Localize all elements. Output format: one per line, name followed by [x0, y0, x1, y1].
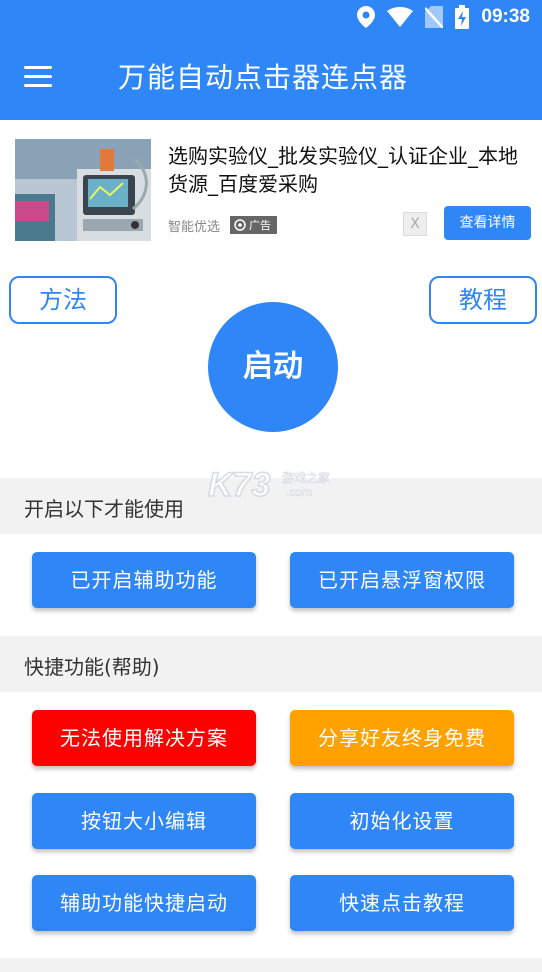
- page-title: 万能自动点击器连点器: [118, 61, 409, 94]
- share-free-forever-button[interactable]: 分享好友终身免费: [290, 710, 514, 766]
- button-size-edit-button[interactable]: 按钮大小编辑: [32, 793, 256, 849]
- section-header-shortcuts: 快捷功能(帮助): [0, 636, 542, 692]
- wifi-icon: [387, 7, 414, 27]
- method-button[interactable]: 方法: [9, 276, 117, 324]
- ad-logo-icon: [234, 219, 246, 231]
- hamburger-menu-icon[interactable]: [18, 62, 58, 92]
- section-title-required: 开启以下才能使用: [24, 497, 184, 521]
- svg-text:K73: K73: [208, 466, 270, 504]
- tutorial-button[interactable]: 教程: [429, 276, 537, 324]
- svg-text:.com: .com: [286, 485, 312, 499]
- watermark-logo: K73 游戏之家 .com: [207, 462, 338, 506]
- status-bar: 09:38: [0, 0, 542, 34]
- ad-tag-badge: 广告: [230, 216, 277, 234]
- ad-title[interactable]: 选购实验仪_批发实验仪_认证企业_本地货源_百度爱采购: [168, 142, 528, 198]
- app-bar: 万能自动点击器连点器: [0, 34, 542, 120]
- reset-settings-button[interactable]: 初始化设置: [290, 793, 514, 849]
- section-title-shortcuts: 快捷功能(帮助): [24, 655, 160, 679]
- bottom-divider: [0, 958, 542, 972]
- no-sim-icon: [425, 6, 444, 28]
- clock-time: 09:38: [481, 6, 530, 27]
- ad-source: 智能优选: [168, 220, 221, 235]
- accessibility-enabled-button[interactable]: 已开启辅助功能: [32, 552, 256, 608]
- start-button[interactable]: 启动: [208, 302, 338, 432]
- quick-click-tutorial-button[interactable]: 快速点击教程: [290, 875, 514, 931]
- svg-text:游戏之家: 游戏之家: [282, 470, 330, 485]
- ad-banner[interactable]: 选购实验仪_批发实验仪_认证企业_本地货源_百度爱采购 智能优选 广告 X 查看…: [0, 120, 542, 250]
- ad-close-button[interactable]: X: [403, 212, 427, 236]
- ad-tag-label: 广告: [249, 219, 271, 232]
- accessibility-quick-start-button[interactable]: 辅助功能快捷启动: [32, 875, 256, 931]
- overlay-permission-enabled-button[interactable]: 已开启悬浮窗权限: [290, 552, 514, 608]
- ad-view-details-button[interactable]: 查看详情: [444, 206, 531, 240]
- location-icon: [357, 6, 376, 28]
- battery-charging-icon: [455, 5, 470, 29]
- ad-image[interactable]: [15, 139, 151, 241]
- troubleshoot-button[interactable]: 无法使用解决方案: [32, 710, 256, 766]
